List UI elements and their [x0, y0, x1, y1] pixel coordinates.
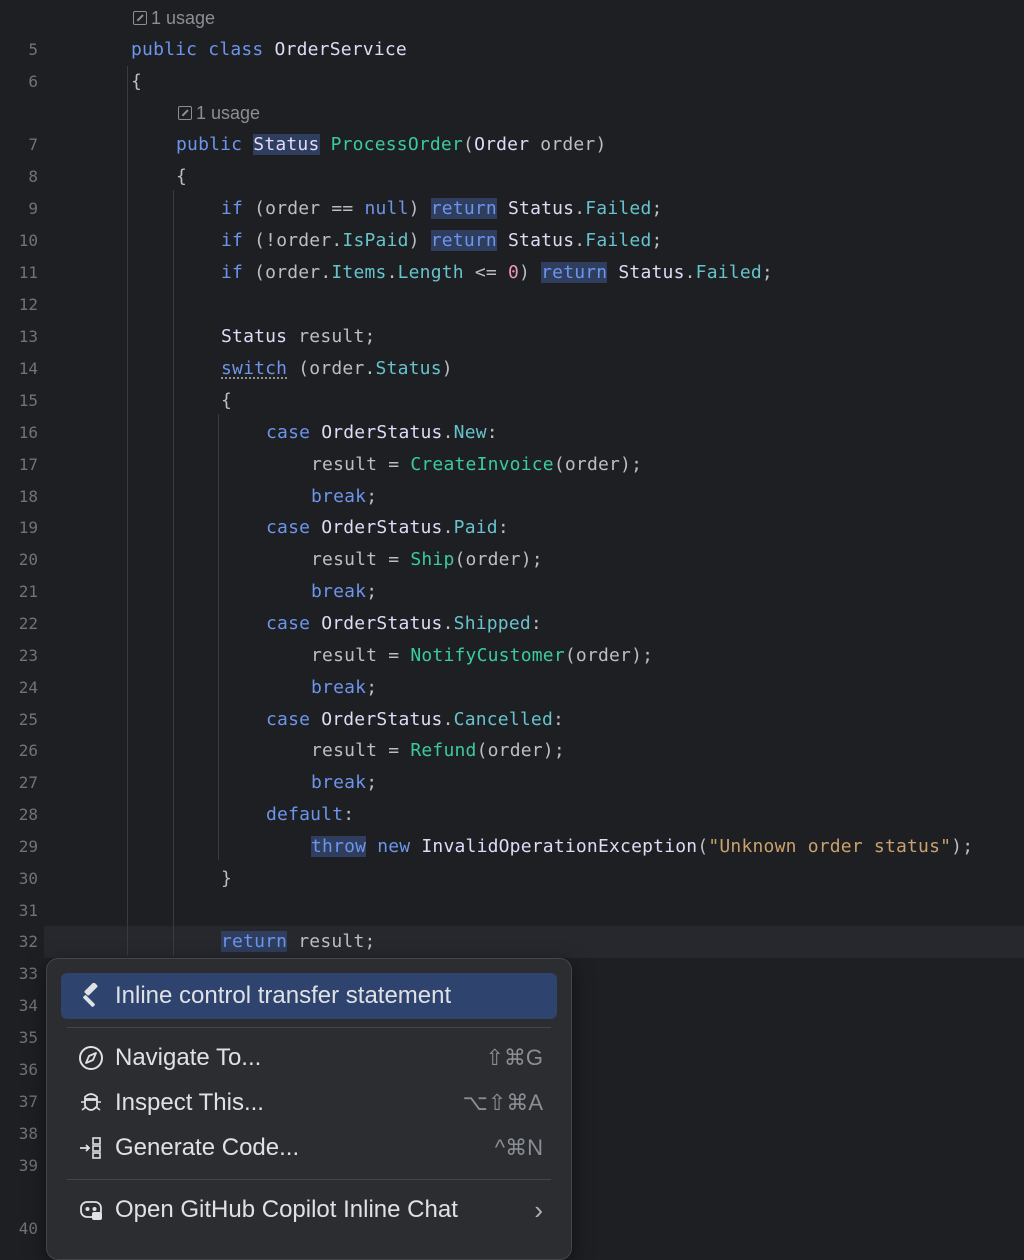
menu-item-inspect-this[interactable]: Inspect This... ⌥⇧⌘A [61, 1080, 557, 1126]
code-line-26: result = Refund(order); [311, 740, 565, 761]
code-line-20: result = Ship(order); [311, 549, 543, 570]
code-line-13: Status result; [221, 326, 376, 347]
code-line-9: if (order == null) return Status.Failed; [221, 198, 663, 219]
code-line-29: throw new InvalidOperationException("Unk… [311, 836, 974, 857]
line-number: 40 [18, 1219, 38, 1238]
line-number: 15 [18, 391, 38, 410]
line-number: 37 [18, 1092, 38, 1111]
line-number: 16 [18, 423, 38, 442]
code-line-18: break; [311, 486, 378, 507]
external-link-icon [178, 106, 192, 120]
line-number: 11 [18, 263, 38, 282]
code-line-14: switch (order.Status) [221, 358, 453, 379]
menu-item-shortcut: ^⌘N [494, 1135, 543, 1160]
indent-guide [127, 66, 128, 956]
menu-item-navigate-to[interactable]: Navigate To... ⇧⌘G [61, 1035, 557, 1081]
code-line-7: public Status ProcessOrder(Order order) [176, 134, 607, 155]
line-number: 23 [18, 646, 38, 665]
code-line-16: case OrderStatus.New: [266, 422, 498, 443]
indent-guide [173, 190, 174, 956]
line-number: 21 [18, 582, 38, 601]
line-number: 31 [18, 901, 38, 920]
line-number: 25 [18, 710, 38, 729]
line-number: 7 [28, 135, 38, 154]
line-number: 38 [18, 1124, 38, 1143]
line-number: 14 [18, 359, 38, 378]
menu-item-shortcut: ⇧⌘G [485, 1045, 543, 1070]
menu-item-label: Open GitHub Copilot Inline Chat [115, 1196, 458, 1223]
line-number: 18 [18, 487, 38, 506]
menu-item-label: Generate Code... [115, 1134, 300, 1161]
code-line-27: break; [311, 772, 378, 793]
chevron-right-icon: › [534, 1194, 543, 1225]
menu-item-shortcut: ⌥⇧⌘A [462, 1090, 543, 1115]
line-number: 8 [28, 167, 38, 186]
line-number: 20 [18, 550, 38, 569]
line-number: 34 [18, 996, 38, 1015]
line-number: 22 [18, 614, 38, 633]
code-line-10: if (!order.IsPaid) return Status.Failed; [221, 230, 663, 251]
code-line-24: break; [311, 677, 378, 698]
bug-icon [77, 1089, 105, 1117]
generate-code-icon [77, 1134, 105, 1162]
menu-item-generate-code[interactable]: Generate Code... ^⌘N [61, 1125, 557, 1171]
line-number: 17 [18, 455, 38, 474]
code-line-21: break; [311, 581, 378, 602]
code-line-11: if (order.Items.Length <= 0) return Stat… [221, 262, 773, 283]
menu-separator [67, 1027, 551, 1028]
hammer-icon [77, 982, 105, 1010]
line-number: 6 [28, 72, 38, 91]
line-number: 30 [18, 869, 38, 888]
code-line-32: return result; [221, 931, 376, 952]
line-number: 29 [18, 837, 38, 856]
line-number: 39 [18, 1156, 38, 1175]
line-number: 32 [18, 932, 38, 951]
code-line-8: { [176, 166, 188, 187]
code-line-28: default: [266, 804, 355, 825]
menu-item-inline-control-transfer[interactable]: Inline control transfer statement [61, 973, 557, 1019]
line-number: 28 [18, 805, 38, 824]
line-number: 24 [18, 678, 38, 697]
code-line-22: case OrderStatus.Shipped: [266, 613, 542, 634]
usage-hint[interactable]: 1 usage [178, 97, 260, 129]
copilot-icon [77, 1196, 105, 1224]
line-number: 27 [18, 773, 38, 792]
usage-hint[interactable]: 1 usage [133, 2, 215, 34]
code-line-17: result = CreateInvoice(order); [311, 454, 643, 475]
line-number: 35 [18, 1028, 38, 1047]
code-line-23: result = NotifyCustomer(order); [311, 645, 654, 666]
menu-item-label: Inspect This... [115, 1089, 264, 1116]
line-number: 19 [18, 518, 38, 537]
code-line-6: { [131, 71, 143, 92]
current-line-highlight [44, 926, 1024, 958]
line-number: 36 [18, 1060, 38, 1079]
line-number: 12 [18, 295, 38, 314]
menu-item-label: Inline control transfer statement [115, 982, 452, 1009]
menu-separator [67, 1179, 551, 1180]
line-number: 26 [18, 741, 38, 760]
line-number: 5 [28, 40, 38, 59]
code-line-5: public class OrderService [131, 39, 407, 60]
context-menu: Inline control transfer statement Naviga… [46, 958, 572, 1260]
external-link-icon [133, 11, 147, 25]
line-number: 10 [18, 231, 38, 250]
code-line-15: { [221, 390, 233, 411]
code-line-30: } [221, 868, 233, 889]
menu-item-copilot-inline-chat[interactable]: Open GitHub Copilot Inline Chat › [61, 1187, 557, 1233]
code-line-19: case OrderStatus.Paid: [266, 517, 509, 538]
code-line-25: case OrderStatus.Cancelled: [266, 709, 565, 730]
line-number: 13 [18, 327, 38, 346]
line-number: 9 [28, 199, 38, 218]
indent-guide [218, 414, 219, 860]
menu-item-label: Navigate To... [115, 1044, 262, 1071]
line-number: 33 [18, 964, 38, 983]
compass-icon [77, 1044, 105, 1072]
